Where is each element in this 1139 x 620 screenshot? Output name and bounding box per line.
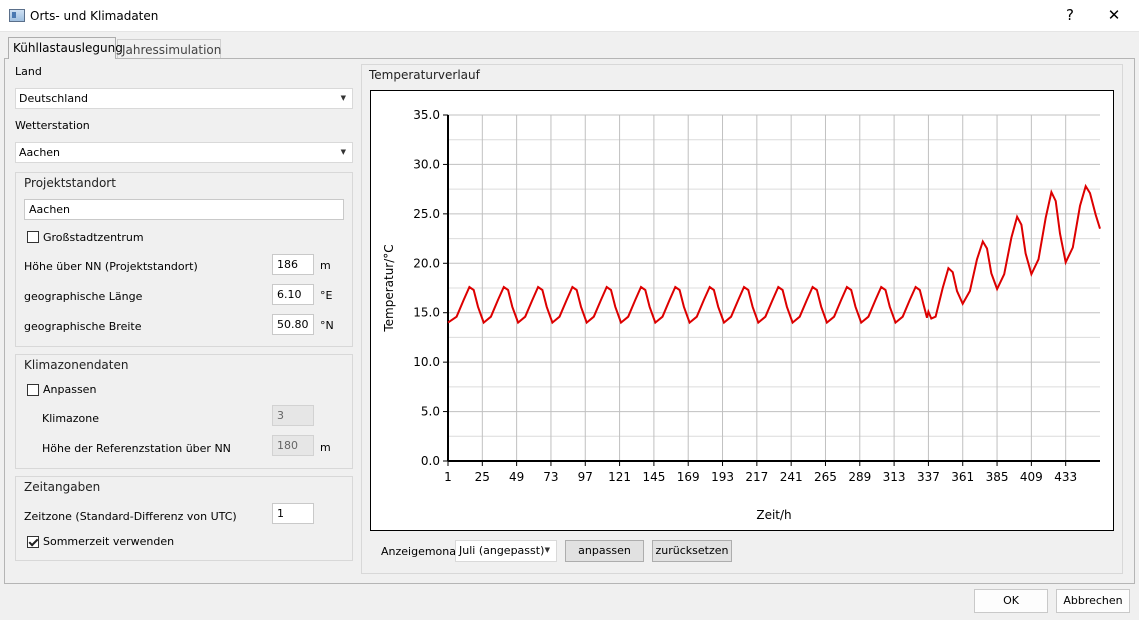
- x-tick-label: 193: [711, 470, 734, 484]
- y-tick-label: 5.0: [421, 405, 440, 419]
- x-tick-label: 289: [848, 470, 871, 484]
- breite-input[interactable]: 50.80: [272, 314, 314, 335]
- chart-grid: [447, 114, 1100, 462]
- x-tick-label: 433: [1054, 470, 1077, 484]
- breite-unit: °N: [320, 319, 334, 332]
- anpassen-button[interactable]: anpassen: [565, 540, 644, 562]
- hoehe-label: Höhe über NN (Projektstandort): [24, 260, 198, 273]
- projektstandort-title: Projektstandort: [24, 176, 116, 190]
- y-tick-label: 35.0: [413, 108, 440, 122]
- temperature-chart-svg: 0.0 5.0 10.0 15.0 20.0 25.0 30.0 35.0 1 25 49 73 97…: [382, 108, 1101, 522]
- sommerzeit-checkbox[interactable]: [27, 536, 39, 548]
- tab-kuehllastauslegung[interactable]: Kühllastauslegung: [8, 37, 123, 59]
- anpassen-checkbox[interactable]: [27, 384, 39, 396]
- x-tick-label: 169: [677, 470, 700, 484]
- grossstadt-checkbox[interactable]: [27, 231, 39, 243]
- grossstadt-label: Großstadtzentrum: [43, 231, 144, 244]
- x-tick-label: 265: [814, 470, 837, 484]
- zeitangaben-title: Zeitangaben: [24, 480, 101, 494]
- zeitzone-input[interactable]: 1: [272, 503, 314, 524]
- y-tick-label: 25.0: [413, 207, 440, 221]
- x-tick-label: 49: [509, 470, 524, 484]
- klimazone-label: Klimazone: [42, 412, 100, 425]
- laenge-unit: °E: [320, 289, 333, 302]
- klimazonendaten-title: Klimazonendaten: [24, 358, 129, 372]
- x-tick-label: 121: [608, 470, 631, 484]
- projektstandort-name-input[interactable]: Aachen: [24, 199, 344, 220]
- anzeigemonat-value: Juli (angepasst): [459, 544, 545, 557]
- referenzstation-unit: m: [320, 441, 331, 454]
- y-axis-label: Temperatur/°C: [382, 244, 396, 332]
- x-tick-label: 217: [745, 470, 768, 484]
- dialog-footer: [0, 585, 1139, 620]
- land-label: Land: [15, 65, 42, 78]
- referenzstation-input: 180: [272, 435, 314, 456]
- hoehe-input[interactable]: 186: [272, 254, 314, 275]
- chevron-down-icon: ▼: [340, 148, 346, 156]
- x-tick-label: 337: [917, 470, 940, 484]
- title-bar: Orts- und Klimadaten ? ✕: [0, 0, 1139, 32]
- x-tick-label: 409: [1020, 470, 1043, 484]
- x-tick-label: 25: [475, 470, 490, 484]
- wetterstation-select[interactable]: Aachen ▼: [15, 142, 353, 163]
- tab-jahressimulation[interactable]: Jahressimulation: [117, 39, 221, 59]
- chevron-down-icon: ▼: [544, 546, 550, 554]
- y-tick-label: 0.0: [421, 454, 440, 468]
- chevron-down-icon: ▼: [340, 94, 346, 102]
- zeitzone-label: Zeitzone (Standard-Differenz von UTC): [24, 510, 237, 523]
- x-tick-label: 241: [780, 470, 803, 484]
- temperaturverlauf-title: Temperaturverlauf: [369, 68, 480, 82]
- x-tick-label: 361: [951, 470, 974, 484]
- help-button[interactable]: ?: [1048, 0, 1092, 31]
- x-tick-label: 73: [543, 470, 558, 484]
- laenge-input[interactable]: 6.10: [272, 284, 314, 305]
- zuruecksetzen-button[interactable]: zurücksetzen: [652, 540, 732, 562]
- x-tick-labels: 1 25 49 73 97 121 145 169 193 217 241 265 289 313 337 3…: [444, 470, 1077, 484]
- wetterstation-label: Wetterstation: [15, 119, 90, 132]
- referenzstation-label: Höhe der Referenzstation über NN: [42, 442, 231, 455]
- window-title: Orts- und Klimadaten: [30, 9, 159, 23]
- app-icon: [9, 9, 25, 22]
- wetterstation-value: Aachen: [19, 146, 61, 159]
- y-tick-label: 30.0: [413, 157, 440, 171]
- y-tick-labels: 0.0 5.0 10.0 15.0 20.0 25.0 30.0 35.0: [413, 108, 440, 468]
- x-tick-label: 1: [444, 470, 452, 484]
- laenge-label: geographische Länge: [24, 290, 143, 303]
- y-tick-label: 10.0: [413, 355, 440, 369]
- x-tick-label: 385: [986, 470, 1009, 484]
- anzeigemonat-select[interactable]: Juli (angepasst) ▼: [455, 540, 557, 562]
- anpassen-label: Anpassen: [43, 383, 97, 396]
- abbrechen-button[interactable]: Abbrechen: [1056, 589, 1130, 613]
- close-button[interactable]: ✕: [1092, 0, 1136, 31]
- x-axis-label: Zeit/h: [756, 508, 791, 522]
- breite-label: geographische Breite: [24, 320, 142, 333]
- x-tick-label: 97: [578, 470, 593, 484]
- sommerzeit-label: Sommerzeit verwenden: [43, 535, 175, 548]
- anzeigemonat-label: Anzeigemonat: [381, 545, 461, 558]
- temperature-series-line: [447, 183, 1101, 325]
- x-tick-label: 313: [883, 470, 906, 484]
- temperature-chart: 0.0 5.0 10.0 15.0 20.0 25.0 30.0 35.0 1 25 49 73 97…: [370, 90, 1114, 531]
- y-tick-label: 20.0: [413, 256, 440, 270]
- x-tick-label: 145: [642, 470, 665, 484]
- hoehe-unit: m: [320, 259, 331, 272]
- y-tick-label: 15.0: [413, 306, 440, 320]
- klimazone-input: 3: [272, 405, 314, 426]
- land-select[interactable]: Deutschland ▼: [15, 88, 353, 109]
- land-value: Deutschland: [19, 92, 89, 105]
- ok-button[interactable]: OK: [974, 589, 1048, 613]
